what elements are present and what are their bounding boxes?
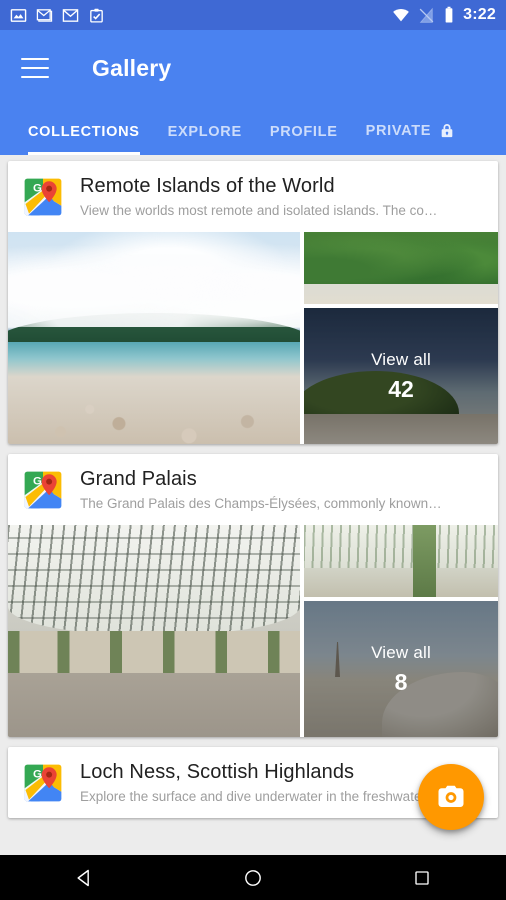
status-bar: 3:22	[0, 0, 506, 30]
clock: 3:22	[463, 6, 496, 23]
view-all-label: View all	[371, 642, 431, 662]
google-maps-icon: G	[24, 471, 62, 509]
tab-private[interactable]: PRIVATE	[352, 122, 470, 155]
google-maps-icon: G	[24, 178, 62, 216]
view-all-count: 8	[394, 668, 408, 695]
tab-explore[interactable]: EXPLORE	[154, 124, 256, 155]
tab-profile[interactable]: PROFILE	[256, 124, 352, 155]
back-triangle-icon	[77, 869, 90, 886]
app-bar: Gallery COLLECTIONS EXPLORE PROFILE PRIV…	[0, 30, 506, 155]
recents-square-icon	[414, 870, 429, 885]
svg-text:G: G	[33, 182, 42, 194]
collection-card-text: Grand Palais The Grand Palais des Champs…	[80, 467, 484, 513]
home-circle-icon	[245, 869, 261, 886]
no-sim-icon	[419, 7, 434, 23]
photo-thumbnail-primary[interactable]	[8, 232, 300, 444]
view-all-label: View all	[371, 349, 431, 369]
tab-collections-label: COLLECTIONS	[28, 124, 140, 140]
wifi-icon	[393, 9, 410, 22]
gmail-icon	[62, 8, 79, 22]
collection-card-header[interactable]: G Grand Palais The Grand Palais des Cham…	[8, 454, 498, 525]
collection-card[interactable]: G Grand Palais The Grand Palais des Cham…	[8, 454, 498, 737]
status-bar-notifications	[10, 7, 105, 24]
battery-icon	[445, 6, 453, 23]
photo-thumbnail-primary[interactable]	[8, 525, 300, 737]
recents-button[interactable]	[387, 855, 457, 900]
tab-profile-label: PROFILE	[269, 124, 338, 140]
clipboard-check-icon	[90, 8, 103, 23]
camera-fab-button[interactable]	[418, 764, 484, 830]
back-button[interactable]	[49, 855, 119, 900]
photo-mosaic: View all 8	[8, 525, 498, 737]
home-button[interactable]	[218, 855, 288, 900]
tab-collections[interactable]: COLLECTIONS	[14, 124, 154, 155]
view-all-overlay: View all 42	[304, 308, 498, 444]
page-title: Gallery	[92, 54, 172, 81]
hamburger-menu-icon[interactable]	[21, 58, 49, 78]
tab-explore-label: EXPLORE	[167, 124, 242, 140]
camera-icon	[438, 785, 464, 807]
collection-card[interactable]: G Remote Islands of the World View the w…	[8, 161, 498, 444]
photo-mosaic-right-column: View all 8	[304, 525, 498, 737]
view-all-tile[interactable]: View all 42	[304, 308, 498, 444]
tab-private-label: PRIVATE	[365, 123, 432, 139]
app-bar-top-row: Gallery	[0, 30, 506, 106]
tab-bar: COLLECTIONS EXPLORE PROFILE PRIVATE	[0, 106, 506, 155]
collection-title: Grand Palais	[80, 468, 197, 490]
collection-card-header[interactable]: G Remote Islands of the World View the w…	[8, 161, 498, 232]
photo-mosaic-right-column: View all 42	[304, 232, 498, 444]
collection-subtitle: View the worlds most remote and isolated…	[80, 203, 438, 218]
photo-thumbnail-secondary[interactable]	[304, 232, 498, 304]
collection-title: Remote Islands of the World	[80, 175, 335, 197]
collections-list[interactable]: G Remote Islands of the World View the w…	[0, 155, 506, 855]
collection-subtitle: The Grand Palais des Champs-Élysées, com…	[80, 496, 442, 511]
image-notification-icon	[10, 8, 27, 22]
photo-mosaic: View all 42	[8, 232, 498, 444]
collection-card-text: Remote Islands of the World View the wor…	[80, 174, 484, 220]
view-all-tile[interactable]: View all 8	[304, 601, 498, 737]
google-maps-icon: G	[24, 764, 62, 802]
lock-icon	[441, 124, 453, 138]
svg-text:G: G	[33, 768, 42, 780]
view-all-overlay: View all 8	[304, 601, 498, 737]
svg-text:G: G	[33, 475, 42, 487]
gmail-icon	[36, 8, 53, 22]
photo-thumbnail-secondary[interactable]	[304, 525, 498, 597]
status-bar-system-icons: 3:22	[392, 6, 496, 24]
android-navigation-bar	[0, 855, 506, 900]
view-all-count: 42	[388, 375, 414, 402]
